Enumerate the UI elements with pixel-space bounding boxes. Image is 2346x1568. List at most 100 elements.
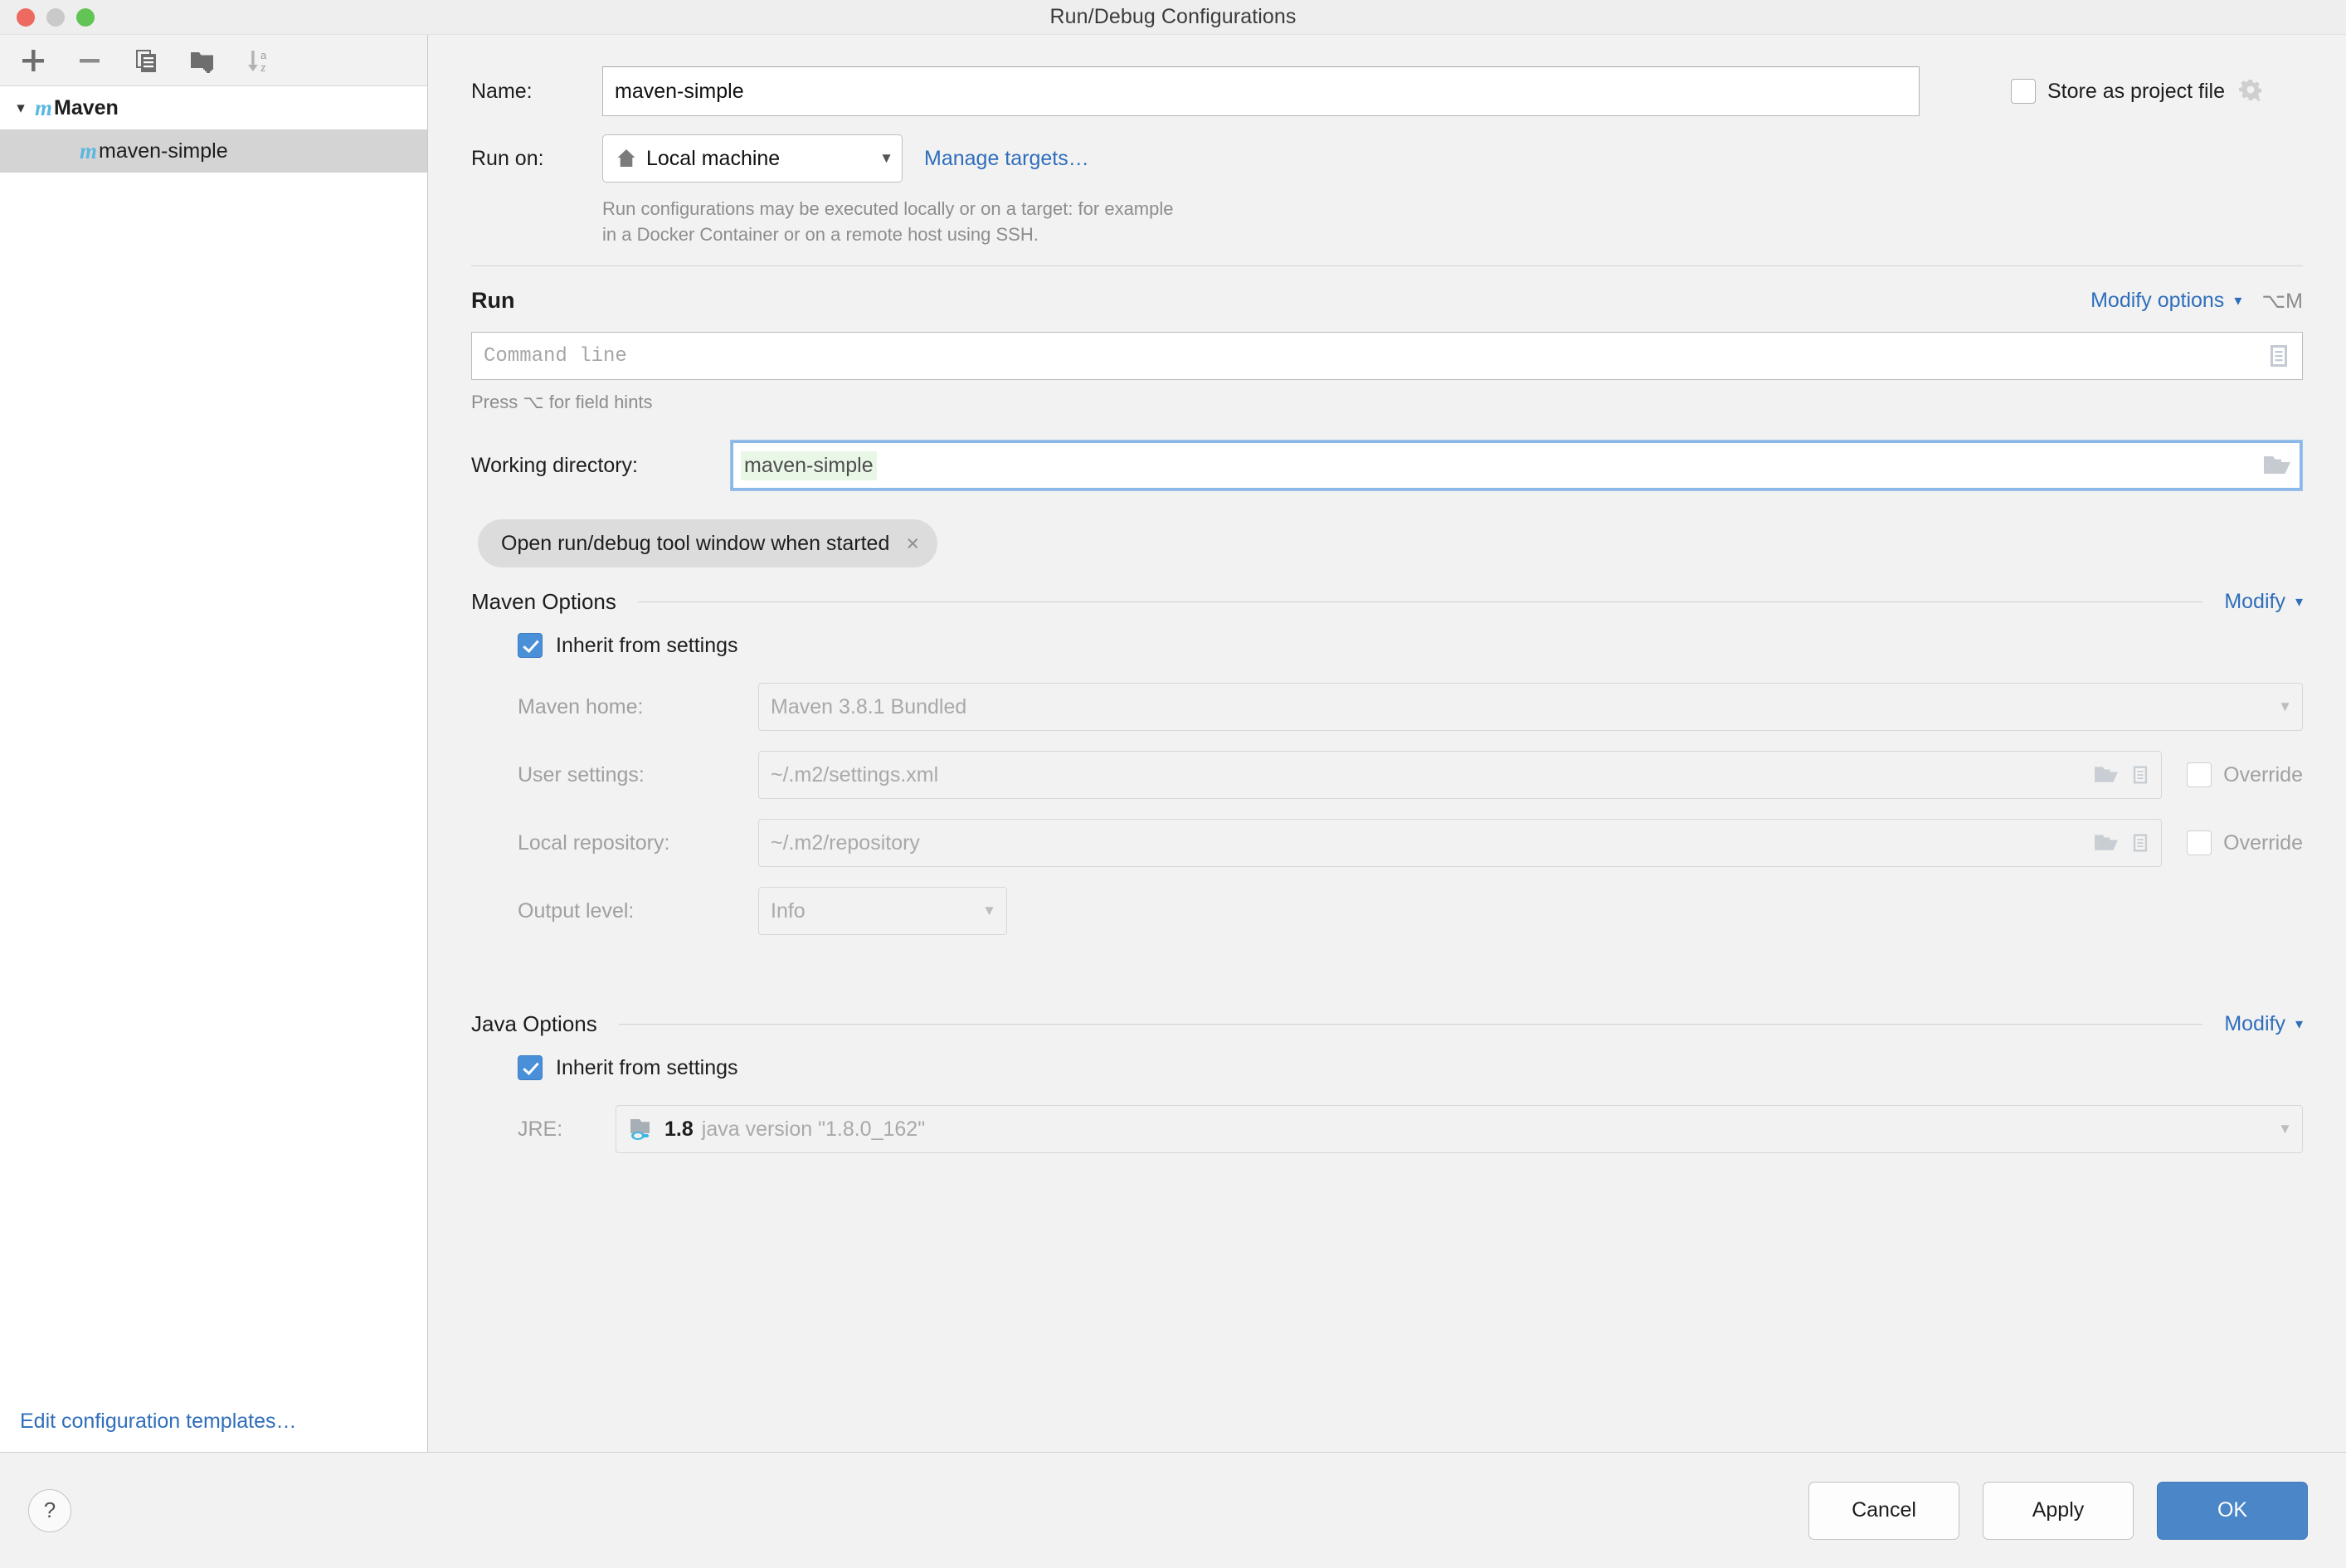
command-line-placeholder: Command line [484,344,627,368]
maven-home-label: Maven home: [518,694,644,718]
user-settings-override-row[interactable]: Override [2187,762,2303,788]
ok-button[interactable]: OK [2157,1481,2308,1540]
store-as-project-file-label: Store as project file [2047,79,2225,103]
chevron-down-icon: ▾ [2295,593,2303,611]
add-configuration-button[interactable] [5,37,61,85]
run-section-title: Run [471,288,515,314]
help-button[interactable]: ? [28,1488,71,1532]
sort-configurations-button[interactable]: a z [231,37,287,85]
apply-button[interactable]: Apply [1983,1481,2134,1540]
dialog-button-bar: ? Cancel Apply OK [0,1452,2346,1568]
user-settings-label: User settings: [518,762,645,786]
jre-row: JRE: 1.8 java version "1.8.0_162" ▼ [471,1105,2303,1154]
maven-inherit-from-settings-row[interactable]: Inherit from settings [518,633,2303,659]
chevron-down-icon: ▼ [2278,1121,2292,1137]
output-level-row: Output level: Info ▼ [471,887,2303,936]
run-debug-configurations-dialog: Run/Debug Configurations a z ▾ m Maven m… [0,0,2346,1568]
folder-icon[interactable] [2093,763,2120,786]
modify-options-label: Modify options [2090,289,2225,313]
name-input[interactable]: maven-simple [602,66,1920,116]
remove-configuration-button[interactable] [61,37,118,85]
expand-editor-icon[interactable] [2129,763,2151,786]
maven-home-combo[interactable]: Maven 3.8.1 Bundled ▼ [758,683,2303,732]
local-repository-row: Local repository: ~/.m2/repository Overr… [471,819,2303,868]
maven-icon: m [80,138,98,163]
cancel-button[interactable]: Cancel [1808,1481,1959,1540]
dialog-body: a z ▾ m Maven m maven-simple Edit config… [0,35,2346,1452]
chevron-down-icon: ▾ [2295,1015,2303,1033]
maven-inherit-checkbox[interactable] [518,633,543,659]
maven-options-modify-link[interactable]: Modify ▾ [2224,590,2303,614]
jre-version: 1.8 [664,1117,694,1141]
working-directory-value: maven-simple [741,450,877,480]
section-divider [471,265,2303,267]
local-repository-override-checkbox[interactable] [2187,830,2212,856]
window-title: Run/Debug Configurations [1049,5,1297,28]
configurations-toolbar: a z [0,35,427,86]
tree-item-label: maven-simple [99,139,228,163]
chevron-down-icon[interactable]: ▼ [864,150,893,167]
run-on-row: Run on: Local machine ▼ Manage targets… [471,134,2303,183]
run-on-target-value: Local machine [646,146,781,170]
working-directory-label: Working directory: [471,453,638,477]
java-inherit-checkbox[interactable] [518,1055,543,1081]
modify-label: Modify [2224,1012,2285,1036]
modify-options-link[interactable]: Modify options ▾ [2090,289,2241,313]
manage-targets-link[interactable]: Manage targets… [924,147,1089,171]
local-repository-override-row[interactable]: Override [2187,830,2303,856]
run-section-header: Run Modify options ▾ ⌥M [471,288,2303,314]
run-on-hint-line-2: in a Docker Container or on a remote hos… [602,224,1039,246]
name-row: Name: maven-simple Store as project file [471,66,2303,116]
java-inherit-from-settings-row[interactable]: Inherit from settings [518,1055,2303,1081]
svg-text:z: z [260,61,266,74]
output-level-value: Info [771,898,806,923]
expand-editor-icon[interactable] [2266,343,2292,369]
configuration-editor-panel: Name: maven-simple Store as project file [428,35,2346,1452]
copy-configuration-button[interactable] [118,37,174,85]
gear-icon[interactable] [2236,77,2265,105]
command-line-input[interactable]: Command line [471,332,2303,381]
user-settings-input[interactable]: ~/.m2/settings.xml [758,751,2163,800]
working-directory-input[interactable]: maven-simple [730,440,2303,492]
section-rule [637,601,2203,603]
folder-icon[interactable] [2093,831,2120,855]
configurations-tree[interactable]: ▾ m Maven m maven-simple [0,86,427,1452]
output-level-combo[interactable]: Info ▼ [758,887,1007,936]
local-repository-input[interactable]: ~/.m2/repository [758,819,2163,868]
maven-home-value: Maven 3.8.1 Bundled [771,694,967,718]
name-label: Name: [471,79,533,103]
configurations-panel: a z ▾ m Maven m maven-simple Edit config… [0,35,428,1452]
store-as-project-file-row[interactable]: Store as project file [2011,77,2265,105]
user-settings-value: ~/.m2/settings.xml [771,762,939,786]
run-on-target-combo[interactable]: Local machine ▼ [602,134,903,183]
expand-editor-icon[interactable] [2129,831,2151,855]
title-bar: Run/Debug Configurations [0,0,2346,35]
user-settings-override-label: Override [2223,762,2303,786]
chip-open-run-debug-tool-window[interactable]: Open run/debug tool window when started … [478,519,938,568]
user-settings-override-checkbox[interactable] [2187,762,2212,788]
svg-text:a: a [260,49,267,61]
run-on-hint: Run configurations may be executed local… [602,196,2303,247]
new-folder-button[interactable] [174,37,231,85]
maven-icon: m [35,95,53,120]
chevron-down-icon[interactable]: ▾ [7,99,35,118]
modify-label: Modify [2224,590,2285,614]
jre-label: JRE: [518,1117,563,1141]
store-as-project-file-checkbox[interactable] [2011,79,2036,104]
close-icon[interactable]: × [906,531,919,557]
edit-configuration-templates-link[interactable]: Edit configuration templates… [20,1410,297,1434]
local-repository-value: ~/.m2/repository [771,830,920,855]
folder-icon[interactable] [2262,452,2292,479]
jre-combo[interactable]: 1.8 java version "1.8.0_162" ▼ [616,1105,2303,1154]
options-chips: Open run/debug tool window when started … [478,519,2303,568]
java-inherit-label: Inherit from settings [556,1055,738,1079]
maven-options-header: Maven Options Modify ▾ [471,589,2303,615]
local-repository-override-label: Override [2223,830,2303,855]
tree-item-maven-simple[interactable]: m maven-simple [0,129,427,173]
maven-inherit-label: Inherit from settings [556,633,738,657]
chevron-down-icon: ▼ [982,903,996,919]
java-options-modify-link[interactable]: Modify ▾ [2224,1012,2303,1036]
tree-item-maven[interactable]: ▾ m Maven [0,86,427,129]
maven-options-title: Maven Options [471,589,616,615]
jre-description: java version "1.8.0_162" [701,1117,926,1141]
